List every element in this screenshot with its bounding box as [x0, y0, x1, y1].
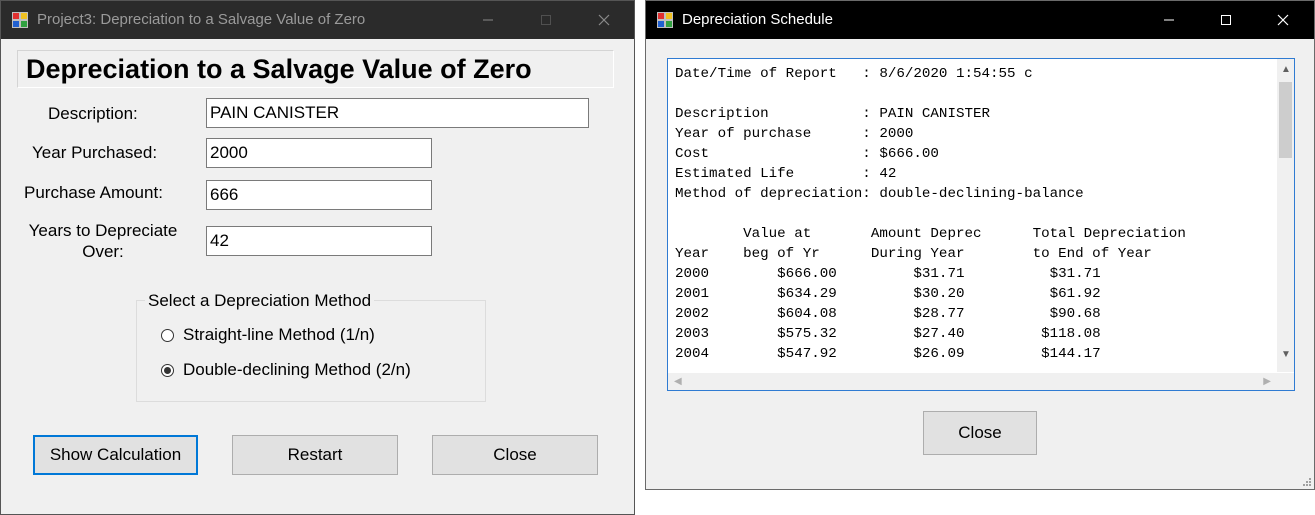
table-row: 2001 $634.29 $30.20 $61.92: [675, 286, 1101, 302]
main-window-titlebar[interactable]: Project3: Depreciation to a Salvage Valu…: [1, 1, 634, 39]
close-icon: [598, 14, 610, 26]
description-label: Description:: [48, 104, 138, 123]
scrollbar-corner: [1277, 373, 1294, 390]
close-button[interactable]: Close: [432, 435, 598, 475]
table-row: 2004 $547.92 $26.09 $144.17: [675, 346, 1101, 362]
years-depreciate-label-line2: Over:: [82, 242, 124, 261]
main-window-title: Project3: Depreciation to a Salvage Valu…: [37, 11, 366, 28]
close-window-button[interactable]: [581, 1, 627, 39]
resize-grip-icon[interactable]: [1301, 476, 1311, 486]
main-window: Project3: Depreciation to a Salvage Valu…: [0, 0, 635, 515]
scroll-right-icon[interactable]: ▶: [1263, 377, 1271, 387]
purchase-amount-input[interactable]: 666: [206, 180, 432, 210]
table-header: Value at Amount Deprec Total Depreciatio…: [675, 226, 1186, 242]
schedule-close-button[interactable]: Close: [923, 411, 1037, 455]
minimize-icon: [1164, 19, 1174, 21]
report-datetime: Date/Time of Report : 8/6/2020 1:54:55 c: [675, 66, 1033, 82]
year-purchased-input[interactable]: 2000: [206, 138, 432, 168]
straight-line-label: Straight-line Method (1/n): [183, 325, 375, 344]
scroll-up-icon[interactable]: ▲: [1281, 65, 1291, 75]
schedule-window-title: Depreciation Schedule: [682, 11, 833, 28]
vertical-scrollbar[interactable]: ▲ ▼: [1277, 59, 1294, 372]
report-line: Cost : $666.00: [675, 146, 939, 162]
year-purchased-label: Year Purchased:: [32, 143, 158, 162]
app-icon: [657, 12, 673, 28]
close-window-button[interactable]: [1260, 1, 1306, 39]
maximize-button[interactable]: [523, 1, 569, 39]
double-declining-label: Double-declining Method (2/n): [183, 360, 411, 379]
double-declining-radio[interactable]: Double-declining Method (2/n): [161, 360, 411, 380]
schedule-window: Depreciation Schedule Date/Time of Repor…: [645, 0, 1315, 490]
maximize-icon: [541, 15, 551, 25]
horizontal-scrollbar[interactable]: ◀ ▶: [668, 373, 1277, 390]
minimize-button[interactable]: [1146, 1, 1192, 39]
table-row: 2003 $575.32 $27.40 $118.08: [675, 326, 1101, 342]
table-row: 2000 $666.00 $31.71 $31.71: [675, 266, 1101, 282]
radio-unchecked-icon: [161, 328, 174, 342]
table-row: 2002 $604.08 $28.77 $90.68: [675, 306, 1101, 322]
minimize-icon: [483, 19, 493, 21]
method-groupbox: Select a Depreciation Method Straight-li…: [136, 291, 486, 402]
show-calculation-button[interactable]: Show Calculation: [33, 435, 198, 475]
method-group-title: Select a Depreciation Method: [145, 291, 375, 311]
restart-button[interactable]: Restart: [232, 435, 398, 475]
scroll-down-icon[interactable]: ▼: [1281, 350, 1291, 360]
description-input[interactable]: PAIN CANISTER: [206, 98, 589, 128]
purchase-amount-label: Purchase Amount:: [24, 183, 163, 202]
radio-checked-icon: [161, 363, 174, 377]
report-line: Method of depreciation: double-declining…: [675, 186, 1084, 202]
close-icon: [1277, 14, 1289, 26]
straight-line-radio[interactable]: Straight-line Method (1/n): [161, 325, 375, 345]
report-line: Estimated Life : 42: [675, 166, 897, 182]
years-depreciate-label: Years to Depreciate Over:: [18, 220, 188, 262]
maximize-button[interactable]: [1203, 1, 1249, 39]
scroll-left-icon[interactable]: ◀: [674, 377, 682, 387]
years-depreciate-input[interactable]: 42: [206, 226, 432, 256]
years-depreciate-label-line1: Years to Depreciate: [28, 221, 178, 240]
report-text: Date/Time of Report : 8/6/2020 1:54:55 c…: [675, 64, 1186, 364]
minimize-button[interactable]: [465, 1, 511, 39]
report-textbox[interactable]: Date/Time of Report : 8/6/2020 1:54:55 c…: [667, 58, 1295, 391]
schedule-window-titlebar[interactable]: Depreciation Schedule: [646, 1, 1314, 39]
maximize-icon: [1221, 15, 1231, 25]
vertical-scroll-thumb[interactable]: [1279, 82, 1292, 158]
report-line: Description : PAIN CANISTER: [675, 106, 991, 122]
table-header: Year beg of Yr During Year to End of Yea…: [675, 246, 1152, 262]
page-heading: Depreciation to a Salvage Value of Zero: [17, 50, 614, 88]
report-line: Year of purchase : 2000: [675, 126, 914, 142]
app-icon: [12, 12, 28, 28]
